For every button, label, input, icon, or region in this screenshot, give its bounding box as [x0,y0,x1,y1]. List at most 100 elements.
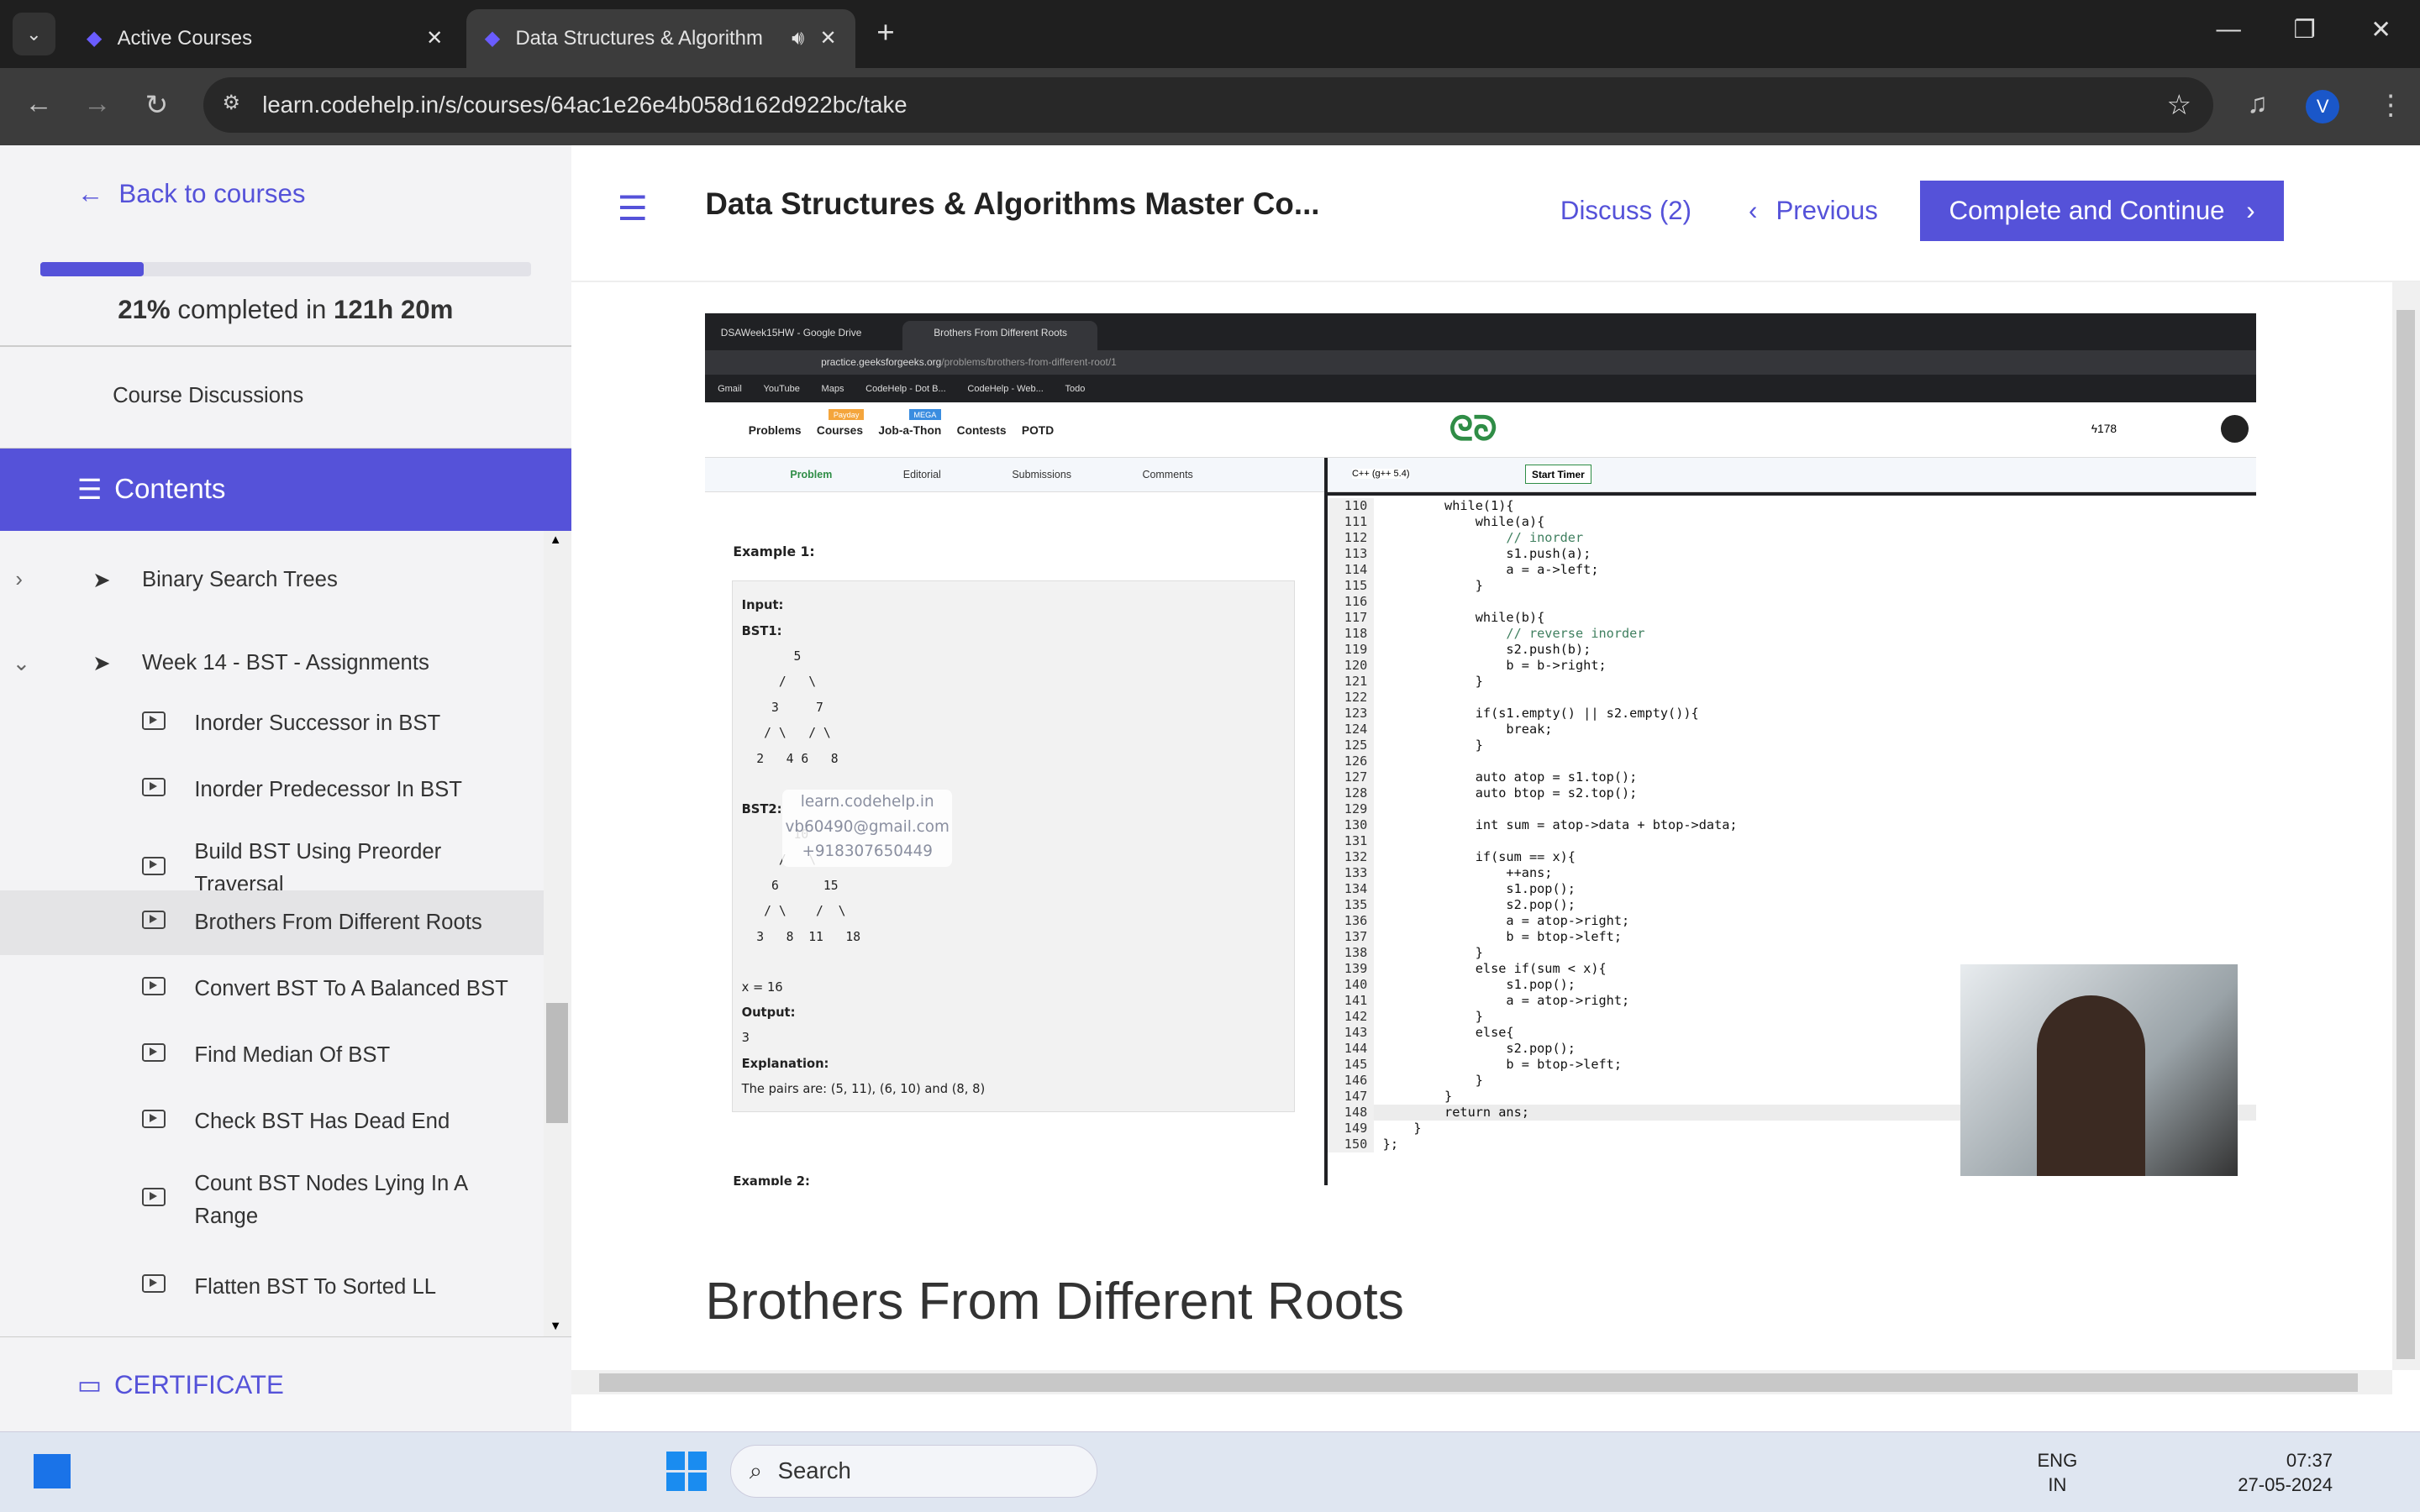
line-number: 142 [1327,1009,1374,1026]
lesson-item[interactable]: Flatten BST To Sorted LL [0,1254,544,1319]
code-text: } [1382,738,1483,753]
lesson-item[interactable]: Inorder Successor in BST [0,691,544,756]
code-line: 136 a = atop->right; [1327,913,2257,930]
line-number: 118 [1327,626,1374,643]
tab-active-courses[interactable]: ◆ Active Courses ✕ [68,9,461,68]
chevron-down-icon: ⌄ [12,651,31,675]
video-lesson-icon [141,1042,194,1068]
video-lesson-icon [141,711,194,736]
chevron-right-icon: › [15,568,23,592]
profile-avatar[interactable]: V [2306,89,2340,123]
url-bar[interactable]: ⚙ learn.codehelp.in/s/courses/64ac1e26e4… [203,76,2213,133]
bookmark-star-icon[interactable]: ☆ [2167,88,2192,122]
bookmark: Todo [1065,383,1086,394]
forward-icon[interactable]: → [83,88,111,120]
progress-bar [39,262,531,276]
gfg-nav-item: Job-a-Thon [878,424,942,438]
line-number: 121 [1327,674,1374,690]
video-lesson-icon [141,1188,194,1212]
code-text: s1.pop(); [1382,977,1576,993]
close-window-button[interactable]: ✕ [2370,15,2391,45]
line-number: 111 [1327,514,1374,531]
contents-header[interactable]: ☰ Contents [0,449,571,531]
start-button[interactable] [666,1451,708,1492]
windows-taskbar: ⌕ Search ENG IN 07:37 27-05-2024 [0,1431,2420,1512]
clock[interactable]: 07:37 27-05-2024 [2238,1448,2333,1498]
lesson-item[interactable]: Find Median Of BST [0,1023,544,1088]
line-number: 139 [1327,961,1374,978]
sidebar-scrollbar[interactable]: ▲ ▼ [543,530,571,1336]
list-icon: ☰ [76,475,103,507]
horizontal-scrollbar[interactable] [571,1370,2392,1395]
line-number: 110 [1327,498,1374,515]
code-text: b = b->right; [1382,658,1607,674]
new-tab-button[interactable]: + [876,15,894,50]
code-line: 126 [1327,753,2257,770]
line-number: 122 [1327,690,1374,706]
section-week14[interactable]: ⌄ ➤ Week 14 - BST - Assignments [0,642,544,685]
lesson-item[interactable]: Count BST Nodes Lying In A Range [0,1156,544,1246]
course-discussions-link[interactable]: Course Discussions [113,384,303,408]
code-text: // reverse inorder [1382,626,1645,642]
previous-button[interactable]: ‹ Previous [1749,196,1878,226]
page-scrollbar[interactable] [2391,282,2420,1370]
video-url: practice.geeksforgeeks.org/problems/brot… [705,349,2257,375]
video-lesson-icon [141,976,194,1001]
chevron-right-icon: › [2246,195,2255,225]
code-line: 128 auto btop = s2.top(); [1327,785,2257,802]
line-number: 126 [1327,753,1374,770]
lesson-item[interactable]: Inorder Predecessor In BST [0,758,544,822]
reload-icon[interactable]: ↻ [145,88,169,122]
lesson-item[interactable]: Brothers From Different Roots [0,890,544,955]
complete-and-continue-button[interactable]: Complete and Continue › [1919,180,2285,241]
problem-subtab: Problem [790,469,833,481]
problem-subtab: Comments [1142,469,1193,481]
code-text: } [1382,1089,1453,1105]
code-line: 134 s1.pop(); [1327,881,2257,898]
course-sidebar: ← Back to courses 21% completed in 121h 2… [0,144,571,1432]
tab-search-button[interactable]: ⌄ [12,12,56,56]
lesson-video[interactable]: DSAWeek15HW - Google Drive Brothers From… [705,312,2257,1185]
discuss-link[interactable]: Discuss (2) [1560,196,1691,226]
lesson-item[interactable]: Convert BST To A Balanced BST [0,957,544,1021]
video-bookmarks: Gmail YouTube Maps CodeHelp - Dot B... CodeH… [718,375,1085,402]
line-number: 148 [1327,1105,1374,1121]
close-tab-icon[interactable]: ✕ [426,26,443,50]
bookmark: CodeHelp - Dot B... [865,383,946,394]
line-number: 114 [1327,562,1374,579]
code-text: } [1382,945,1483,961]
code-text: auto btop = s2.top(); [1382,785,1638,801]
back-icon[interactable]: ← [24,88,52,120]
section-binary-search-trees[interactable]: › ➤ Binary Search Trees [0,559,544,601]
video-tab-1: DSAWeek15HW - Google Drive [720,327,862,339]
restore-button[interactable]: ❐ [2293,15,2315,45]
tab-dsa-course[interactable]: ◆ Data Structures & Algorithm 🔊︎ ✕ [466,9,855,68]
code-text: else{ [1382,1025,1514,1041]
line-number: 137 [1327,929,1374,946]
code-line: 110 while(1){ [1327,498,2257,515]
code-line: 118 // reverse inorder [1327,626,2257,643]
taskbar-search[interactable]: ⌕ Search [729,1445,1097,1498]
certificate-link[interactable]: ▭ CERTIFICATE [77,1370,284,1400]
speaker-icon[interactable]: 🔊︎ [792,27,804,50]
lesson-item[interactable]: Check BST Has Dead End [0,1089,544,1154]
media-control-icon[interactable]: ♫ [2247,88,2268,120]
menu-icon[interactable]: ⋮ [2377,88,2405,122]
line-number: 113 [1327,546,1374,563]
bookmark: YouTube [763,383,800,394]
back-to-courses-link[interactable]: ← Back to courses [77,179,306,209]
code-text: if(sum == x){ [1382,849,1576,865]
hamburger-menu-icon[interactable]: ☰ [618,188,648,228]
code-text: s1.push(a); [1382,546,1591,562]
language-indicator[interactable]: ENG IN [2037,1448,2077,1498]
widgets-icon[interactable] [34,1454,71,1488]
code-text: ++ans; [1382,865,1553,881]
scrollbar-thumb[interactable] [546,1002,568,1124]
minimize-button[interactable]: — [2217,15,2241,44]
divider [0,345,571,348]
site-info-icon[interactable]: ⚙ [222,91,239,115]
close-tab-icon[interactable]: ✕ [820,26,837,50]
code-line: 133 ++ans; [1327,865,2257,882]
